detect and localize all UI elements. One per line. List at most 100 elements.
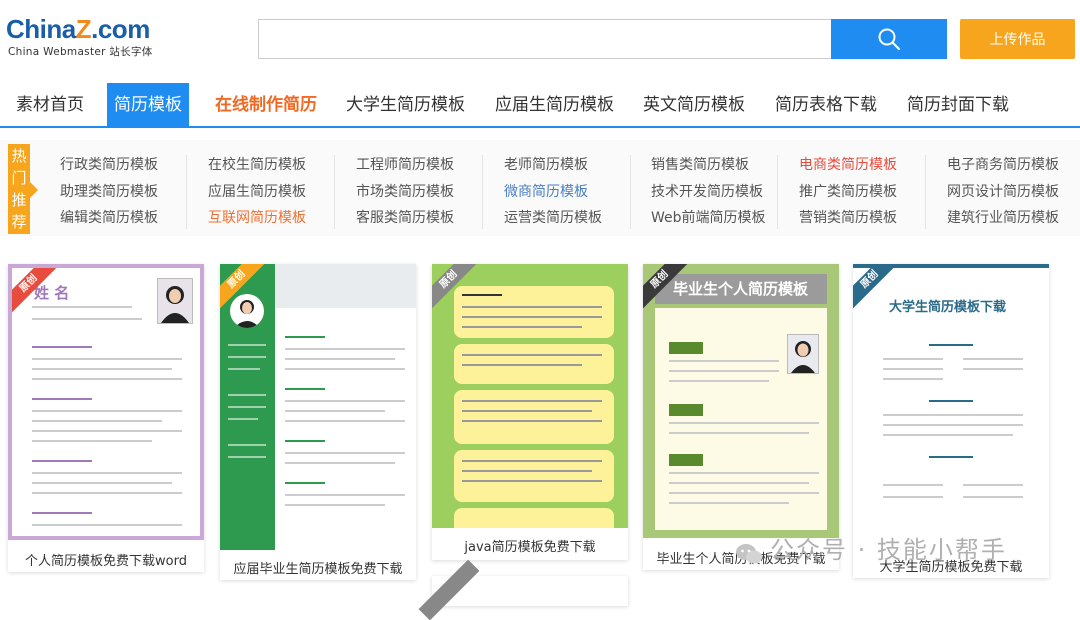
upload-button[interactable]: 上传作品 xyxy=(960,19,1075,59)
text-line xyxy=(32,358,182,360)
text-line xyxy=(963,484,1023,486)
hot-link[interactable]: 工程师简历模板 xyxy=(356,152,454,179)
text-line xyxy=(285,388,325,390)
nav-home[interactable]: 素材首页 xyxy=(16,83,84,127)
card-title[interactable]: java简历模板免费下载 xyxy=(432,536,628,555)
text-line xyxy=(883,358,943,360)
text-line xyxy=(462,470,592,472)
text-line xyxy=(669,502,789,504)
hot-link[interactable]: 行政类简历模板 xyxy=(60,152,158,179)
divider xyxy=(186,155,187,229)
template-thumbnail[interactable]: 原创 xyxy=(432,264,628,528)
hot-link[interactable]: 运营类简历模板 xyxy=(504,205,602,232)
hot-link[interactable]: 应届生简历模板 xyxy=(208,179,306,206)
hot-link[interactable]: 电子商务简历模板 xyxy=(947,152,1059,179)
text-line xyxy=(462,480,602,482)
section-tag xyxy=(669,454,703,466)
template-card[interactable]: 姓 名 原创 个人简历模板免费下载word xyxy=(8,264,204,572)
hot-link[interactable]: 在校生简历模板 xyxy=(208,152,306,179)
nav-resume-table[interactable]: 简历表格下载 xyxy=(775,83,877,127)
search-button[interactable] xyxy=(831,19,947,59)
text-line xyxy=(285,358,395,360)
card-title[interactable]: 个人简历模板免费下载word xyxy=(8,550,204,569)
text-line xyxy=(285,348,405,350)
text-line xyxy=(963,368,1023,370)
nav-resume-templates[interactable]: 简历模板 xyxy=(107,83,189,127)
hot-link[interactable]: 互联网简历模板 xyxy=(208,205,306,232)
text-line xyxy=(32,368,172,370)
search-input[interactable] xyxy=(258,19,832,59)
watermark-text: 公众号 · 技能小帮手 xyxy=(770,536,1007,564)
text-line xyxy=(963,358,1023,360)
thumb-block xyxy=(454,390,614,444)
card-title[interactable]: 应届毕业生简历模板免费下载 xyxy=(220,558,416,577)
hot-link[interactable]: 建筑行业简历模板 xyxy=(947,205,1059,232)
nav-graduate-resume[interactable]: 应届生简历模板 xyxy=(495,83,614,127)
divider xyxy=(925,155,926,229)
template-thumbnail[interactable]: 姓 名 原创 xyxy=(8,264,204,540)
hot-link[interactable]: 老师简历模板 xyxy=(504,152,602,179)
section-tag xyxy=(669,342,703,354)
hot-link[interactable]: 营销类简历模板 xyxy=(799,205,897,232)
hot-column: 电子商务简历模板 网页设计简历模板 建筑行业简历模板 xyxy=(947,152,1059,232)
text-line xyxy=(669,432,809,434)
thumb-block xyxy=(454,508,614,528)
hot-column: 行政类简历模板 助理类简历模板 编辑类简历模板 xyxy=(60,152,158,232)
hot-link[interactable]: 编辑类简历模板 xyxy=(60,205,158,232)
site-logo[interactable]: ChinaZ.com China Webmaster 站长字体 xyxy=(6,14,176,62)
template-card[interactable]: 原创 应届毕业生简历模板免费下载 xyxy=(220,264,416,580)
nav-english-resume[interactable]: 英文简历模板 xyxy=(643,83,745,127)
divider xyxy=(630,155,631,229)
nav-online-resume[interactable]: 在线制作简历 xyxy=(215,83,317,127)
text-line xyxy=(669,360,779,362)
main-nav: 素材首页 简历模板 在线制作简历 大学生简历模板 应届生简历模板 英文简历模板 … xyxy=(0,83,1080,127)
hot-link[interactable]: 销售类简历模板 xyxy=(651,152,766,179)
text-line xyxy=(462,400,602,402)
hot-link[interactable]: 微商简历模板 xyxy=(504,179,602,206)
hot-column: 销售类简历模板 技术开发简历模板 Web前端简历模板 xyxy=(651,152,766,232)
hot-link[interactable]: 网页设计简历模板 xyxy=(947,179,1059,206)
text-line xyxy=(285,462,395,464)
text-line xyxy=(462,460,602,462)
hot-recommend-label: 热门推荐 xyxy=(8,144,30,234)
text-line xyxy=(285,482,325,484)
text-line xyxy=(669,422,819,424)
hot-column: 老师简历模板 微商简历模板 运营类简历模板 xyxy=(504,152,602,232)
template-thumbnail[interactable]: 大学生简历模板下载 原创 xyxy=(853,264,1049,548)
hot-link[interactable]: Web前端简历模板 xyxy=(651,205,766,232)
nav-underline xyxy=(0,126,1080,128)
hot-link[interactable]: 推广类简历模板 xyxy=(799,179,897,206)
text-line xyxy=(285,368,405,370)
photo-placeholder xyxy=(230,294,264,328)
template-thumbnail[interactable]: 毕业生个人简历模板 原创 xyxy=(643,264,839,538)
text-line xyxy=(32,524,182,526)
template-card[interactable]: 毕业生个人简历模板 原创 毕业生个人简历模板免费下载 xyxy=(643,264,839,570)
divider xyxy=(777,155,778,229)
text-line xyxy=(32,398,92,400)
template-card[interactable] xyxy=(418,559,628,620)
text-line xyxy=(32,430,182,432)
logo-subtitle: China Webmaster 站长字体 xyxy=(8,46,153,58)
divider xyxy=(482,155,483,229)
wechat-icon xyxy=(735,543,763,565)
hot-link[interactable]: 技术开发简历模板 xyxy=(651,179,766,206)
header: ChinaZ.com China Webmaster 站长字体 上传作品 xyxy=(0,0,1080,80)
text-line xyxy=(462,326,582,328)
nav-college-resume[interactable]: 大学生简历模板 xyxy=(346,83,465,127)
hot-link[interactable]: 电商类简历模板 xyxy=(799,152,897,179)
text-line xyxy=(929,400,973,402)
text-line xyxy=(285,410,385,412)
text-line xyxy=(462,410,592,412)
thumb-header xyxy=(275,264,416,308)
hot-link[interactable]: 市场类简历模板 xyxy=(356,179,454,206)
hot-link[interactable]: 助理类简历模板 xyxy=(60,179,158,206)
nav-resume-cover[interactable]: 简历封面下载 xyxy=(907,83,1009,127)
text-line xyxy=(228,406,266,408)
original-ribbon xyxy=(418,559,480,620)
template-thumbnail[interactable]: 原创 xyxy=(220,264,416,550)
hot-link[interactable]: 客服类简历模板 xyxy=(356,205,454,232)
text-line xyxy=(228,368,260,370)
text-line xyxy=(32,410,182,412)
template-card[interactable]: 原创 java简历模板免费下载 xyxy=(432,264,628,560)
text-line xyxy=(883,378,943,380)
